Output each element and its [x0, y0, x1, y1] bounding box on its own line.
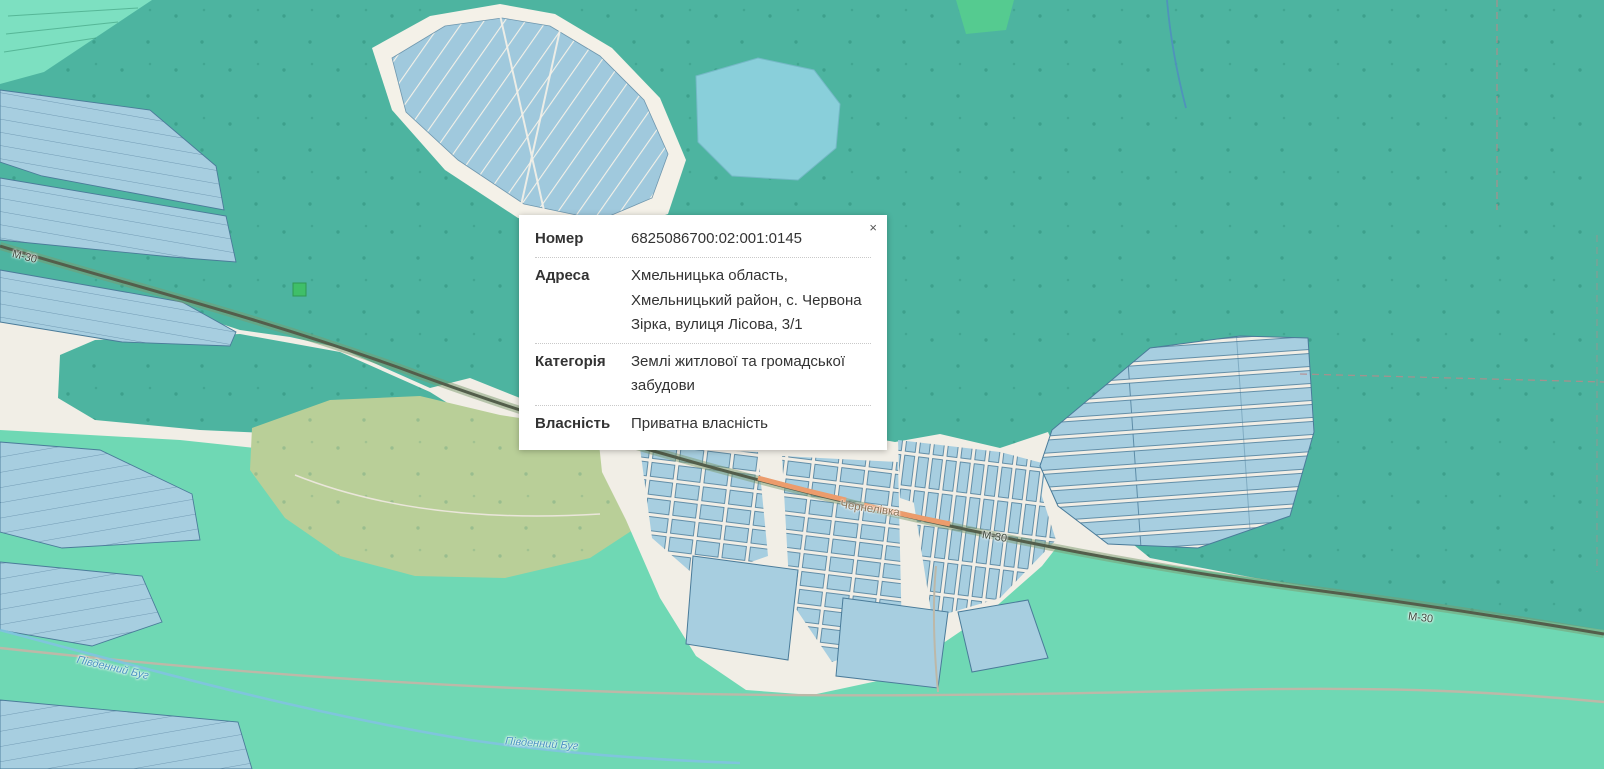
field-label-address: Адреса [535, 264, 631, 337]
popup-row-address: Адреса Хмельницька область, Хмельницький… [535, 258, 871, 344]
field-value-ownership: Приватна власність [631, 412, 871, 436]
popup-row-ownership: Власність Приватна власність [535, 406, 871, 438]
cadastral-map-app: М-30 М-30 М-30 Чернелівка Південний Буг … [0, 0, 1604, 769]
field-value-category: Землі житлової та громадської забудови [631, 350, 871, 399]
popup-row-number: Номер 6825086700:02:001:0145 [535, 221, 871, 258]
field-value-address: Хмельницька область, Хмельницький район,… [631, 264, 871, 337]
green-patch [956, 0, 1014, 34]
parcel-info-popup: × Номер 6825086700:02:001:0145 Адреса Хм… [519, 215, 887, 450]
field-label-number: Номер [535, 227, 631, 251]
popup-row-category: Категорія Землі житлової та громадської … [535, 344, 871, 406]
field-label-category: Категорія [535, 350, 631, 399]
pond-area [696, 58, 840, 180]
popup-close-button[interactable]: × [863, 217, 883, 238]
field-label-ownership: Власність [535, 412, 631, 436]
green-square [293, 283, 306, 296]
field-value-number: 6825086700:02:001:0145 [631, 227, 871, 251]
